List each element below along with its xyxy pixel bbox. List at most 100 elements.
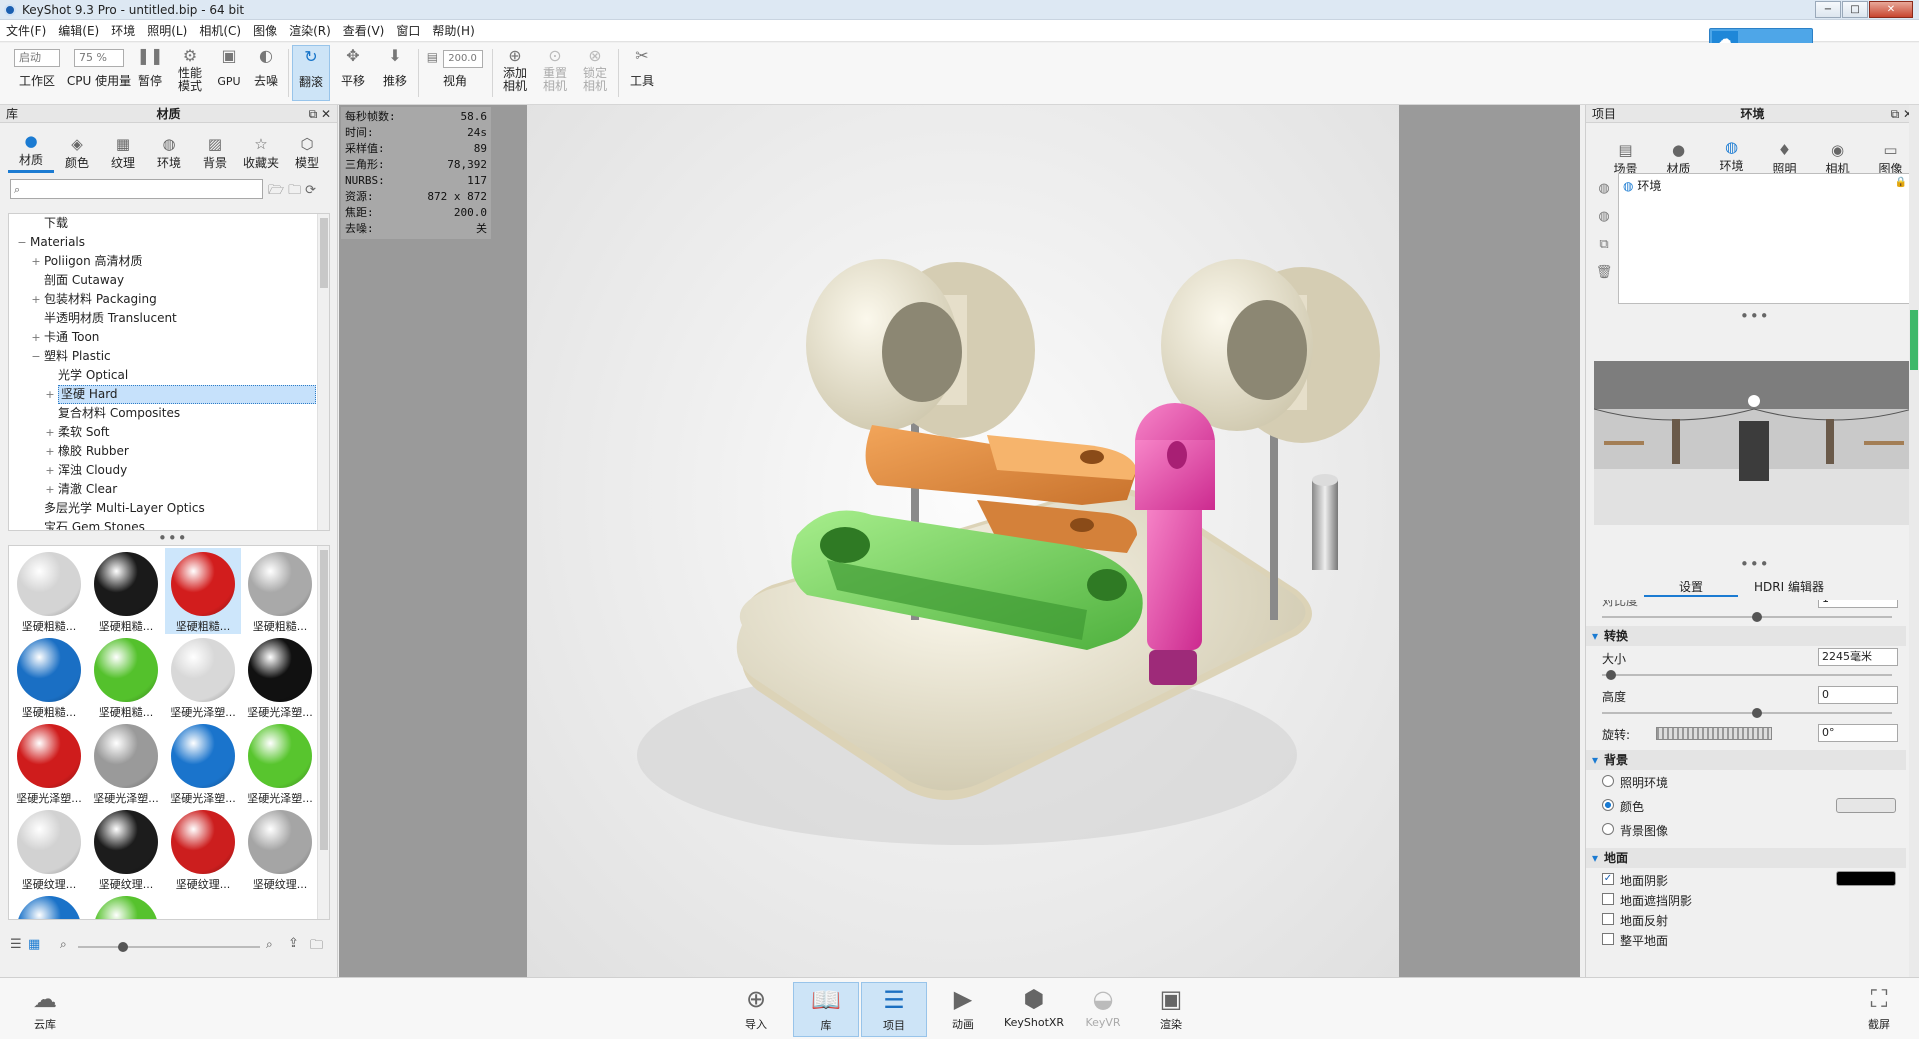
backplate-radio[interactable] [1602,823,1614,835]
expand-icon[interactable]: + [45,461,55,480]
lock-icon[interactable]: 🔒 [1895,177,1907,188]
material-thumbnail[interactable]: 坚硬光泽塑... [88,720,164,806]
maximize-button[interactable]: □ [1842,1,1868,18]
splitter-handle[interactable]: ••• [1740,557,1770,572]
tumble-button[interactable]: ↻ 翻滚 [292,45,330,101]
add-environment-icon[interactable]: ◍ [1594,175,1614,203]
workspace-select[interactable]: 启动 [14,49,60,67]
height-slider[interactable] [1602,708,1892,718]
material-thumbnail[interactable]: 坚硬粗糙... [88,548,164,634]
delete-icon[interactable]: 🗑 [1594,259,1614,287]
tree-item[interactable]: + 清澈 Clear [9,480,329,499]
tree-item[interactable]: + 坚硬 Hard [9,385,329,404]
subtab-settings[interactable]: 设置 [1644,578,1738,597]
tree-item[interactable]: 下载 [9,214,329,233]
close-button[interactable]: ✕ [1869,1,1913,18]
rotation-jog-wheel[interactable] [1656,727,1772,740]
subtab-hdri-editor[interactable]: HDRI 编辑器 [1742,578,1836,595]
keyvr-button[interactable]: ◒ KeyVR [1072,982,1134,1037]
project-button[interactable]: ☰ 项目 [861,982,927,1037]
material-thumbnail[interactable]: 坚硬粗糙... [242,548,318,634]
ground-reflection-checkbox[interactable] [1602,913,1614,925]
cloud-upload-icon[interactable]: ⇪ [288,936,299,951]
expand-icon[interactable]: + [45,385,55,404]
slider-knob[interactable] [1752,708,1762,718]
tree-item[interactable]: 半透明材质 Translucent [9,309,329,328]
real-time-viewport[interactable]: 每秒帧数: 58.6 时间: 24s 采样值: 89 三角形: 78,392 NURBS: 117… [339,105,1580,977]
expand-icon[interactable]: + [31,290,41,309]
tab-materials[interactable]: ● 材质 [8,131,54,173]
ground-shadow-checkbox[interactable]: ✓ [1602,873,1614,885]
size-input[interactable]: 2245毫米 [1818,648,1898,666]
environment-list-item[interactable]: ◍ 环境 [1623,177,1661,194]
tree-item[interactable]: 复合材料 Composites [9,404,329,423]
library-search-input[interactable]: ⌕ [10,179,263,199]
expand-icon[interactable]: + [31,252,41,271]
tree-item[interactable]: − 塑料 Plastic [9,347,329,366]
pause-button[interactable]: ❚❚ 暂停 [134,45,166,88]
screenshot-button[interactable]: ⛶ 截屏 [1848,982,1910,1037]
menu-image[interactable]: 图像 [247,22,283,39]
keyshotxr-button[interactable]: ⬢ KeyShotXR [1000,982,1068,1037]
background-color-swatch[interactable] [1836,798,1896,813]
expand-icon[interactable]: + [45,480,55,499]
tab-backplates[interactable]: ▨ 背景 [192,134,238,173]
folder-open-icon[interactable]: 🗁 [268,183,288,198]
expand-icon[interactable]: + [45,442,55,461]
tab-environments[interactable]: ◍ 环境 [146,134,192,173]
add-camera-button[interactable]: ⊕ 添加 相机 [498,45,532,93]
lighting-env-radio[interactable] [1602,775,1614,787]
material-thumbnail[interactable]: 坚硬纹理... [88,806,164,892]
grid-view-icon[interactable]: ▦ [28,937,40,952]
folder-actions[interactable]: 🗁🗀⟳ [268,181,320,203]
collapse-icon[interactable]: − [17,233,27,252]
section-transform[interactable]: 转换 [1586,626,1906,646]
tab-models[interactable]: ⬡ 模型 [284,134,330,173]
tree-item[interactable]: 剖面 Cutaway [9,271,329,290]
thumbs-scrollbar[interactable] [317,546,329,919]
rotation-input[interactable]: 0° [1818,724,1898,742]
duplicate-environment-icon[interactable]: ◍ [1594,203,1614,231]
hdri-preview[interactable] [1594,361,1912,525]
scrollbar-thumb[interactable] [1910,310,1918,370]
contrast-slider[interactable] [1602,612,1892,622]
expand-icon[interactable]: + [31,328,41,347]
tree-item[interactable]: + 柔软 Soft [9,423,329,442]
import-button[interactable]: ⊕ 导入 [725,982,787,1037]
cpu-usage-select[interactable]: 75 % [74,49,124,67]
slider-knob[interactable] [1752,612,1762,622]
splitter-handle[interactable]: ••• [1740,309,1770,324]
performance-mode-button[interactable]: ⚙ 性能 模式 [172,45,208,93]
menu-window[interactable]: 窗口 [390,22,426,39]
list-view-icon[interactable]: ☰ [10,937,22,952]
color-radio[interactable] [1602,799,1614,811]
menu-view[interactable]: 查看(V) [337,22,391,39]
fov-input[interactable]: 200.0 [443,50,484,68]
panel-float-close-icons[interactable]: ⧉ ✕ [309,105,331,123]
thumbnail-size-slider[interactable] [78,942,260,952]
material-thumbnail[interactable]: 坚硬粗糙... [11,634,87,720]
tree-item[interactable]: − Materials [9,233,329,252]
material-thumbnail[interactable] [88,892,164,919]
material-thumbnail[interactable]: 坚硬粗糙... [11,548,87,634]
import-folder-icon[interactable]: 🗀 [310,936,323,958]
menu-environment[interactable]: 环境 [105,22,141,39]
occlusion-shadow-checkbox[interactable] [1602,893,1614,905]
reset-camera-button[interactable]: ⊙ 重置 相机 [538,45,572,93]
tree-item[interactable]: 多层光学 Multi-Layer Optics [9,499,329,518]
tree-item[interactable]: + 浑浊 Cloudy [9,461,329,480]
animation-button[interactable]: ▶ 动画 [932,982,994,1037]
material-thumbnail[interactable]: 坚硬光泽塑... [165,720,241,806]
minimize-button[interactable]: − [1815,1,1841,18]
scrollbar-thumb[interactable] [320,550,328,850]
material-thumbnail[interactable]: 坚硬粗糙... [88,634,164,720]
section-ground[interactable]: 地面 [1586,848,1906,868]
material-thumbnail[interactable]: 坚硬光泽塑... [165,634,241,720]
tree-item[interactable]: + 包装材料 Packaging [9,290,329,309]
folder-add-icon[interactable]: 🗀 [288,183,305,198]
material-thumbnail[interactable] [11,892,87,919]
menu-render[interactable]: 渲染(R) [283,22,337,39]
cloud-library-button[interactable]: ☁ 云库 [14,982,76,1037]
tree-item[interactable]: + Poliigon 高清材质 [9,252,329,271]
menu-camera[interactable]: 相机(C) [193,22,247,39]
